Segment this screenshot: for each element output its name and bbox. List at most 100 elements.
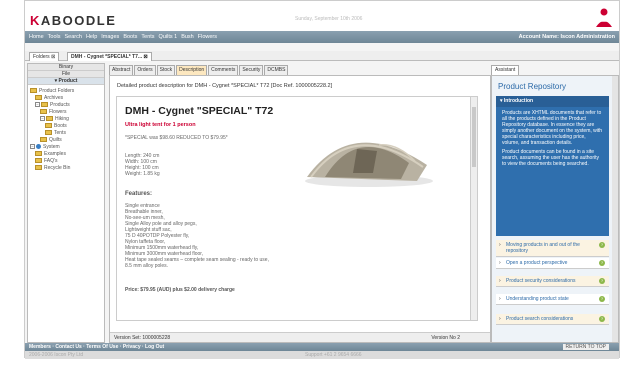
product-subtitle: Ultra light tent for 1 person — [125, 122, 196, 128]
account-name: Account Name: Iscon Administration — [518, 34, 615, 40]
return-to-top-button[interactable]: RETURN TO TOP — [562, 344, 609, 350]
folder-tree: Product Folders Archives − Products Flowers −… — [28, 85, 104, 175]
tree-item[interactable]: Boots — [30, 123, 102, 130]
chevron-down-icon: ▾ — [54, 78, 58, 84]
left-panel: Binary File ▾ Product Product Folders Arc… — [27, 63, 105, 343]
help-icon[interactable]: ? — [599, 296, 605, 302]
folder-icon — [35, 158, 42, 164]
chevron-right-icon: › — [499, 260, 501, 266]
tab-description[interactable]: Description — [176, 65, 208, 75]
tree-item-label: Recycle Bin — [44, 165, 71, 171]
help-topic[interactable]: › Open a product perspective? — [496, 258, 609, 269]
help-icon[interactable]: ? — [599, 316, 605, 322]
tree-item-label: Quilts — [49, 137, 62, 143]
tree-item[interactable]: − Hiking — [30, 116, 102, 123]
expand-toggle[interactable]: − — [30, 144, 35, 150]
nav-item[interactable]: Help — [86, 34, 97, 40]
tab-stock[interactable]: Stock — [156, 65, 176, 75]
scrollbar-thumb[interactable] — [472, 107, 476, 167]
tree-item[interactable]: Archives — [30, 95, 102, 102]
brand-figure-icon — [596, 8, 612, 27]
nav-item[interactable]: Images — [101, 34, 119, 40]
tree-item[interactable]: − Products — [30, 102, 102, 109]
folder-icon — [40, 137, 47, 143]
chevron-right-icon: › — [499, 242, 501, 248]
assistant-panel: Product Repository ▾ Introduction Produc… — [491, 75, 619, 343]
folder-icon — [35, 151, 42, 157]
close-icon[interactable]: ⊠ — [144, 54, 148, 60]
tree-item-label: Product Folders — [39, 88, 75, 94]
tab-security[interactable]: Security — [239, 65, 264, 75]
help-topic-label: Product search considerations — [506, 316, 574, 322]
tree-item[interactable]: Flowers — [30, 109, 102, 116]
help-icon[interactable]: ? — [599, 260, 605, 266]
folder-icon — [46, 116, 53, 122]
footer-links-text[interactable]: Members · Contact Us · Terms Of Use · Pr… — [29, 343, 164, 351]
expand-toggle[interactable]: − — [35, 102, 40, 108]
copyright: 2006-2006 Iscon Pty Ltd — [29, 352, 84, 358]
description-line: Detailed product description for DMH - C… — [117, 83, 333, 89]
document-tabs-bar: Folders ⊠ DMH - Cygnet *SPECIAL* T7... ⊠ — [25, 51, 619, 61]
main-nav: Home Tools Search Help Images Boots Tents Quilt… — [25, 31, 619, 43]
tab-orders[interactable]: Orders — [134, 65, 156, 75]
version-bar: Version Set: 1000005228 Version No 2 — [110, 332, 490, 342]
help-topic[interactable]: › Product security considerations? — [496, 276, 609, 287]
section-file[interactable]: File — [28, 71, 104, 78]
price-line: Price: $79.95 (AUD) plus $2.00 delivery … — [125, 287, 235, 293]
chevron-down-icon: ▾ — [500, 98, 503, 104]
tab-dcmbs[interactable]: DCMBS — [264, 65, 289, 75]
tree-item[interactable]: FAQ's — [30, 158, 102, 165]
tree-item[interactable]: − System — [30, 144, 102, 151]
tab-abstract[interactable]: Abstract — [109, 65, 134, 75]
nav-item[interactable]: Quilts 1 — [159, 34, 178, 40]
help-topic-label: Moving products in and out of the reposi… — [506, 242, 580, 254]
folder-icon — [45, 123, 52, 129]
help-icon[interactable]: ? — [599, 242, 605, 248]
document-scrollbar[interactable] — [470, 97, 477, 320]
section-binary[interactable]: Binary — [28, 64, 104, 71]
repository-title: Product Repository — [498, 82, 567, 91]
nav-item[interactable]: Home — [29, 34, 44, 40]
nav-item[interactable]: Tools — [48, 34, 61, 40]
tab-document[interactable]: DMH - Cygnet *SPECIAL* T7... ⊠ — [67, 52, 152, 61]
expand-toggle[interactable]: − — [40, 116, 45, 122]
introduction-header[interactable]: ▾ Introduction — [496, 96, 609, 107]
tree-item[interactable]: Examples — [30, 151, 102, 158]
help-topic[interactable]: › Moving products in and out of the repos… — [496, 240, 609, 257]
content-tabs: Abstract Orders Stock Description Comments Se… — [109, 65, 289, 75]
features-heading: Features: — [125, 191, 153, 197]
tree-item-label: Flowers — [49, 109, 67, 115]
nav-item[interactable]: Search — [65, 34, 82, 40]
tree-item[interactable]: Tents — [30, 130, 102, 137]
introduction-box: ▾ Introduction Products are XHTML docume… — [496, 96, 609, 236]
tree-item-label: System — [43, 144, 60, 150]
tree-item-label: Products — [50, 102, 70, 108]
product-document: DMH - Cygnet "SPECIAL" T72 Ultra light t… — [116, 96, 478, 321]
help-topic[interactable]: › Product search considerations? — [496, 314, 609, 325]
nav-item[interactable]: Bush — [181, 34, 194, 40]
tree-item-label: Examples — [44, 151, 66, 157]
help-icon[interactable]: ? — [599, 278, 605, 284]
tree-item[interactable]: Recycle Bin — [30, 165, 102, 172]
nav-item[interactable]: Boots — [123, 34, 137, 40]
tab-folders[interactable]: Folders ⊠ — [29, 52, 60, 61]
product-title: DMH - Cygnet "SPECIAL" T72 — [125, 105, 274, 117]
nav-item[interactable]: Tents — [141, 34, 154, 40]
tree-item[interactable]: Product Folders — [30, 88, 102, 95]
app-window: KABOODLE Sunday, September 10th 2006 Hom… — [24, 0, 620, 359]
nav-item[interactable]: Flowers — [198, 34, 217, 40]
kaboodle-logo[interactable]: KABOODLE — [30, 13, 116, 28]
features-list: Single entrance Breathable inner, No-see… — [125, 203, 269, 269]
tab-assistant[interactable]: Assistant — [491, 65, 520, 75]
tab-comments[interactable]: Comments — [208, 65, 239, 75]
nav-menu: Home Tools Search Help Images Boots Tents Quilt… — [29, 31, 221, 43]
assistant-scrollbar[interactable] — [612, 76, 618, 342]
tent-image — [305, 142, 433, 187]
section-product[interactable]: ▾ Product — [28, 78, 104, 85]
support-phone: Support +61 2 9654 6666 — [305, 352, 362, 358]
close-icon[interactable]: ⊠ — [51, 54, 55, 60]
help-topic[interactable]: › Understanding product state? — [496, 294, 609, 305]
system-icon — [36, 144, 41, 150]
tree-item[interactable]: Quilts — [30, 137, 102, 144]
introduction-text: Products are XHTML documents that refer … — [502, 110, 603, 146]
